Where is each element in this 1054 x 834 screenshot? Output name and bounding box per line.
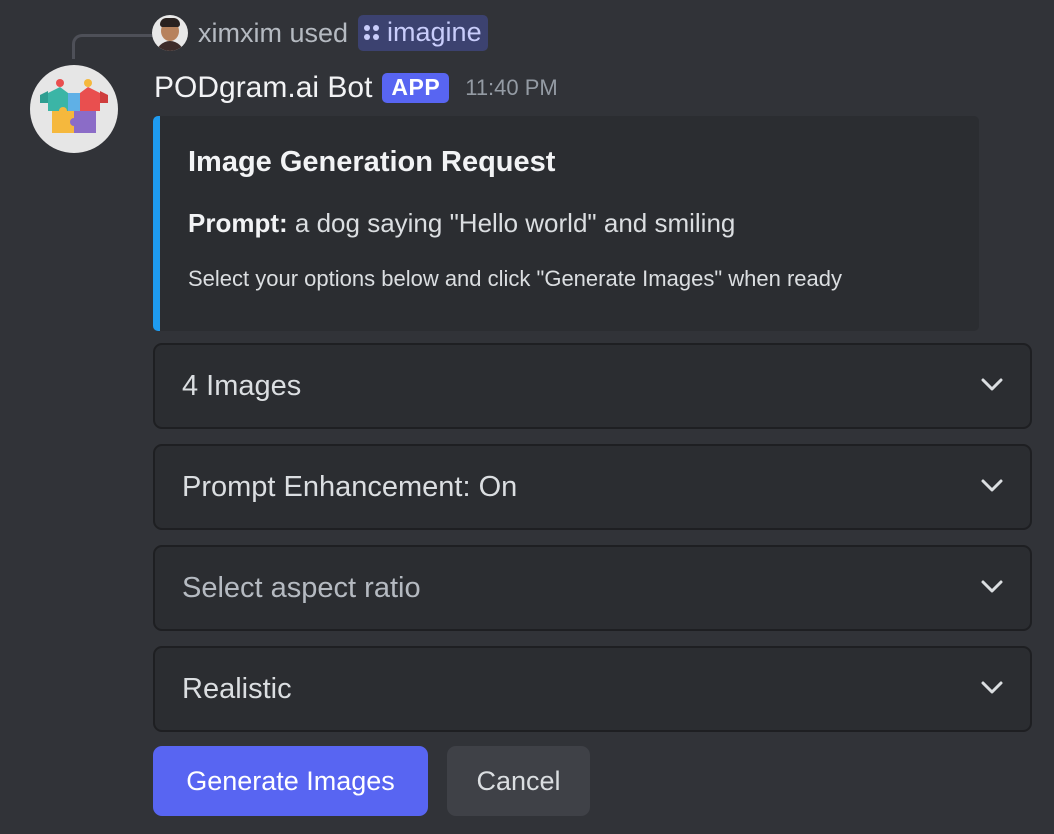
select-value: 4 Images <box>182 370 302 402</box>
slash-command-chip[interactable]: imagine <box>358 15 488 51</box>
chevron-down-icon <box>981 378 1003 391</box>
chevron-down-icon <box>981 580 1003 593</box>
embed-hint: Select your options below and click "Gen… <box>188 266 842 291</box>
prompt-label: Prompt: <box>188 208 288 238</box>
aspect-ratio-select[interactable]: Select aspect ratio <box>153 545 1032 631</box>
select-value: Prompt Enhancement: On <box>182 471 518 503</box>
command-name: imagine <box>387 17 482 47</box>
bot-avatar[interactable] <box>30 65 118 153</box>
style-select[interactable]: Realistic <box>153 646 1032 732</box>
bot-name[interactable]: PODgram.ai Bot <box>154 71 372 105</box>
puzzle-shirt-logo-icon <box>40 79 108 133</box>
app-badge: APP <box>382 73 450 103</box>
select-value: Realistic <box>182 673 292 705</box>
command-reply-header: ximxim used imagine <box>152 14 488 52</box>
select-placeholder: Select aspect ratio <box>182 572 421 604</box>
embed-card: Image Generation Request Prompt: a dog s… <box>153 116 979 331</box>
prompt-enhancement-select[interactable]: Prompt Enhancement: On <box>153 444 1032 530</box>
chevron-down-icon <box>981 681 1003 694</box>
command-icon <box>364 25 380 40</box>
chevron-down-icon <box>981 479 1003 492</box>
prompt-text: a dog saying "Hello world" and smiling <box>294 208 736 238</box>
image-count-select[interactable]: 4 Images <box>153 343 1032 429</box>
message-header: PODgram.ai Bot APP 11:40 PM <box>154 66 558 110</box>
generate-images-button[interactable]: Generate Images <box>153 746 428 816</box>
chat-message: ximxim used imagine PODgram.ai Bot APP 1… <box>0 0 1054 834</box>
cancel-button[interactable]: Cancel <box>447 746 590 816</box>
embed-prompt: Prompt: a dog saying "Hello world" and s… <box>188 208 735 239</box>
embed-title: Image Generation Request <box>188 146 556 178</box>
reply-connector <box>72 34 153 59</box>
message-timestamp: 11:40 PM <box>465 75 558 100</box>
reply-user-text[interactable]: ximxim used <box>198 18 348 49</box>
user-avatar[interactable] <box>152 15 188 51</box>
